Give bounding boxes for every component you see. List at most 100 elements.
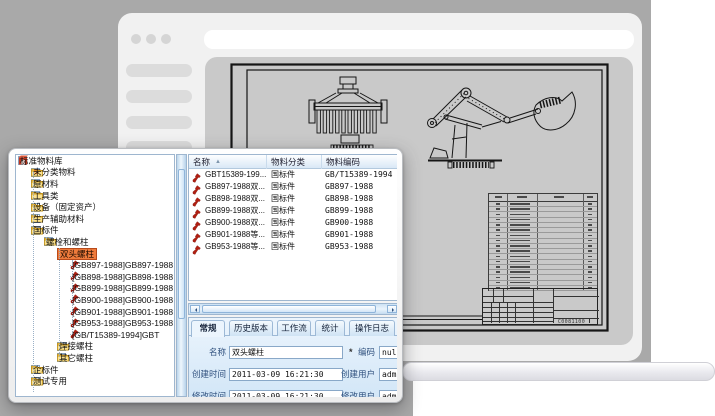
tree-connector <box>72 260 73 334</box>
bom-cell-mark <box>510 277 530 279</box>
drawing-number: C0081100 <box>554 319 589 326</box>
tree-item-label: 标准物料库 <box>18 156 65 166</box>
table-row[interactable]: GBT15389-199...国标件GB/T15389-1994 <box>189 169 397 181</box>
scroll-right-arrow-icon[interactable] <box>387 305 397 313</box>
window-dot-icon <box>131 34 141 44</box>
tree-item[interactable]: −螺栓和螺柱 <box>16 236 175 248</box>
tree-item[interactable]: [GB953-1988]GB953-1988 <box>16 317 175 329</box>
cell-name: GB900-1988双... <box>205 217 265 229</box>
bom-cell-mark <box>496 277 500 279</box>
column-header-category[interactable]: 物料分类 <box>267 155 322 169</box>
bom-cell-mark <box>510 208 530 210</box>
bom-cell-mark <box>588 245 592 247</box>
tree-item[interactable]: [GB/T15389-1994]GBT <box>16 329 175 341</box>
window-dot-icon <box>161 34 171 44</box>
page: C0081100 −标准物料库+S未分类物料+原材料+工具类+设备（固定资产）+… <box>0 0 715 416</box>
tree-item[interactable]: −国标件 <box>16 225 175 237</box>
field-label: 名称 <box>189 347 226 358</box>
scrollbar-thumb[interactable] <box>178 169 185 319</box>
bom-cell-mark <box>496 266 500 268</box>
cell-code: GB900-1988 <box>325 217 373 229</box>
table-row[interactable]: GB953-1988等...国标件GB953-1988 <box>189 241 397 253</box>
scrollbar-thumb[interactable] <box>202 305 376 313</box>
cell-name: GB901-1988等... <box>205 229 265 241</box>
column-header-label: 物料分类 <box>271 157 305 167</box>
bom-cell-mark <box>510 224 530 226</box>
table-row[interactable]: GB899-1988双...国标件GB899-1988 <box>189 205 397 217</box>
table-row[interactable]: GB900-1988双... 国标件 GB900-1988 <box>189 217 397 229</box>
column-header-name[interactable]: 名称▲ <box>189 155 267 169</box>
bom-cell-mark <box>496 214 500 216</box>
bom-cell-mark <box>510 261 530 263</box>
table-horizontal-scrollbar[interactable] <box>188 303 397 315</box>
tree-item[interactable]: [GB899-1988]GB899-1988 <box>16 283 175 295</box>
bom-cell-mark <box>510 282 530 284</box>
field-label: 修改时间 <box>189 391 226 397</box>
bom-row <box>489 239 597 244</box>
tree-item-label: [GB/T15389-1994]GBT <box>70 330 161 340</box>
bom-cell-mark <box>588 282 592 284</box>
column-header-label: 物料编码 <box>326 157 360 167</box>
bom-cell-mark <box>588 214 592 216</box>
field-label: 创建用户 <box>335 369 375 380</box>
tree-item-label: 螺栓和螺柱 <box>44 237 91 247</box>
bom-cell-mark <box>510 229 530 231</box>
bom-cell-mark <box>510 250 530 252</box>
column-header-code[interactable]: 物料编码 <box>322 155 397 169</box>
field-input[interactable]: admin <box>379 368 397 381</box>
field-input[interactable]: null <box>379 346 397 359</box>
tree-item[interactable]: +测试专用 <box>16 375 175 387</box>
table-row[interactable]: GB901-1988等...国标件GB901-1988 <box>189 229 397 241</box>
tree-item[interactable]: +生产辅助材料 <box>16 213 175 225</box>
tab-常规[interactable]: 常规 <box>191 320 225 337</box>
bolt-icon <box>192 242 201 260</box>
tree-item[interactable]: +工具类 <box>16 190 175 202</box>
window-dot-icon <box>146 34 156 44</box>
tree-item-label: 国标件 <box>31 225 61 235</box>
bom-cell-mark <box>496 282 500 284</box>
bom-row <box>489 207 597 212</box>
tree-item[interactable]: +焊接螺柱 <box>16 341 175 353</box>
field-input[interactable]: 2011-03-09 16:21:30 <box>229 368 343 381</box>
tree-item[interactable]: [GB901-1988]GB901-1988 <box>16 306 175 318</box>
bom-cell-mark <box>588 203 592 205</box>
tree-vertical-scrollbar[interactable] <box>176 154 187 397</box>
bom-row <box>489 202 597 207</box>
tree-item-label: [GB898-1988]GB898-1988 <box>70 272 175 282</box>
tree-item[interactable]: [GB900-1988]GB900-1988 <box>16 294 175 306</box>
bom-cell-mark <box>510 256 530 258</box>
material-library-window: −标准物料库+S未分类物料+原材料+工具类+设备（固定资产）+生产辅助材料−国标… <box>8 148 403 403</box>
bom-cell-mark <box>588 266 592 268</box>
scroll-left-arrow-icon[interactable] <box>190 305 200 313</box>
bom-header-row <box>489 194 597 202</box>
address-bar-placeholder <box>204 30 634 49</box>
tree-item[interactable]: [GB898-1988]GB898-1988 <box>16 271 175 283</box>
tree-item-label: 未分类物料 <box>31 167 78 177</box>
sidebar-placeholder-bar <box>126 90 192 103</box>
bom-cell-mark <box>496 219 500 221</box>
tree-item[interactable]: −标准物料库 <box>16 155 175 167</box>
field-input[interactable]: 2011-03-09 16:21:30 <box>229 390 343 397</box>
tree-item[interactable]: −双头螺柱 <box>16 248 175 260</box>
form-row: 名称双头螺柱*编码null <box>189 346 397 359</box>
cell-category: 国标件 <box>271 217 295 229</box>
tree-item-label: 原材料 <box>31 179 61 189</box>
bom-cell-mark <box>510 214 530 216</box>
cell-name: GB897-1988双... <box>205 181 265 193</box>
tree-item[interactable]: +原材料 <box>16 178 175 190</box>
bom-row <box>489 281 597 286</box>
table-row[interactable]: GB897-1988双...国标件GB897-1988 <box>189 181 397 193</box>
tree-item[interactable]: [GB897-1988]GB897-1988 <box>16 259 175 271</box>
title-block: C0081100 <box>482 288 598 325</box>
table-row[interactable]: GB898-1988双...国标件GB898-1988 <box>189 193 397 205</box>
field-input[interactable]: admin <box>379 390 397 397</box>
tree-item[interactable]: +其它螺柱 <box>16 352 175 364</box>
bom-cell-mark <box>588 208 592 210</box>
bom-cell-mark <box>496 208 500 210</box>
bom-cell-mark <box>588 235 592 237</box>
tree-item[interactable]: +S未分类物料 <box>16 167 175 179</box>
cell-name: GB898-1988双... <box>205 193 265 205</box>
field-input[interactable]: 双头螺柱 <box>229 346 343 359</box>
tree-item[interactable]: +企标件 <box>16 364 175 376</box>
tree-item[interactable]: +设备（固定资产） <box>16 201 175 213</box>
